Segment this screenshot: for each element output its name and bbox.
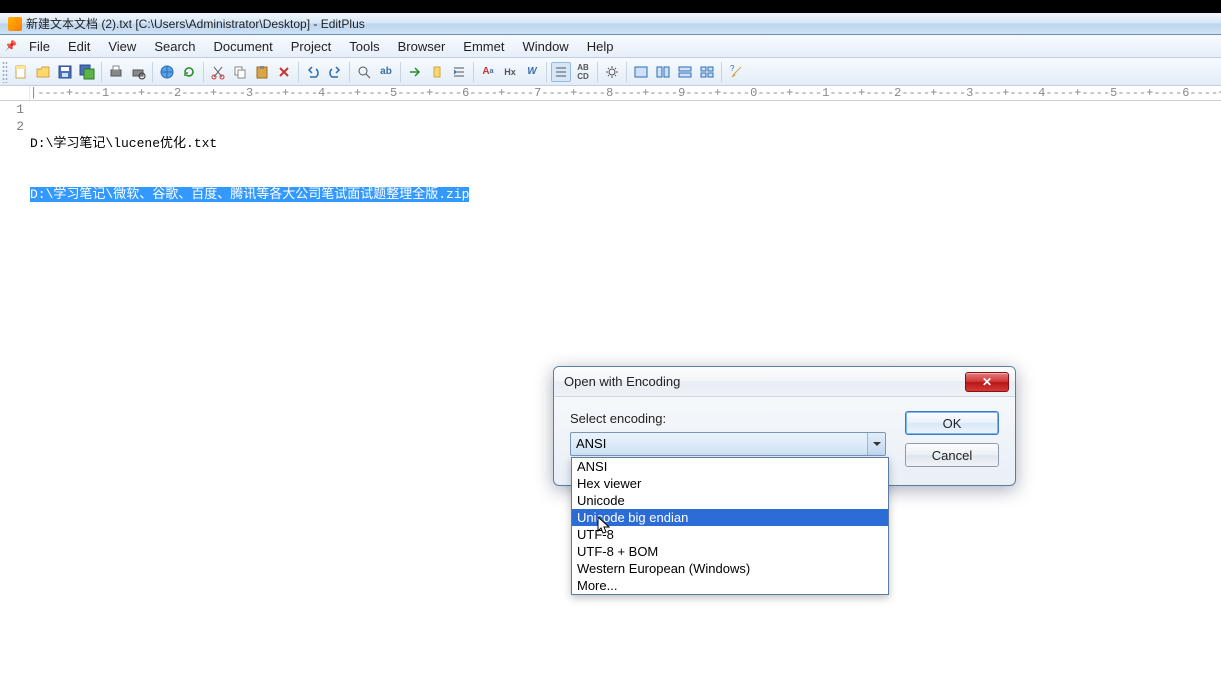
menu-view[interactable]: View xyxy=(99,36,145,57)
code-line: D:\学习笔记\lucene优化.txt xyxy=(30,135,1221,152)
refresh-icon[interactable] xyxy=(179,62,199,82)
window3-icon[interactable] xyxy=(675,62,695,82)
code-text-selected[interactable]: D:\学习笔记\微软、谷歌、百度、腾讯等各大公司笔试面试题整理全版.zip xyxy=(30,187,469,202)
encoding-option[interactable]: Unicode xyxy=(572,492,888,509)
dropdown-value: ANSI xyxy=(576,436,606,451)
line-numbers-icon[interactable] xyxy=(551,62,571,82)
encoding-option[interactable]: UTF-8 + BOM xyxy=(572,543,888,560)
encoding-option-highlighted[interactable]: Unicode big endian xyxy=(572,509,888,526)
menubar: 📌 File Edit View Search Document Project… xyxy=(0,35,1221,58)
browser-icon[interactable] xyxy=(157,62,177,82)
indent-icon[interactable] xyxy=(449,62,469,82)
new-file-icon[interactable] xyxy=(11,62,31,82)
save-all-icon[interactable] xyxy=(77,62,97,82)
code-line: D:\学习笔记\微软、谷歌、百度、腾讯等各大公司笔试面试题整理全版.zip xyxy=(30,186,1221,203)
titlebar[interactable]: 新建文本文档 (2).txt [C:\Users\Administrator\D… xyxy=(0,13,1221,35)
bookmark-icon[interactable] xyxy=(427,62,447,82)
ruler-icon[interactable]: ABCD xyxy=(573,62,593,82)
help-icon[interactable]: ? xyxy=(726,62,746,82)
window1-icon[interactable] xyxy=(631,62,651,82)
print-preview-icon[interactable] xyxy=(128,62,148,82)
redo-icon[interactable] xyxy=(325,62,345,82)
window-title: 新建文本文档 (2).txt [C:\Users\Administrator\D… xyxy=(26,15,365,32)
menu-file[interactable]: File xyxy=(20,36,59,57)
wordwrap-icon[interactable]: W xyxy=(522,62,542,82)
ruler-marks: |----+----1----+----2----+----3----+----… xyxy=(30,86,1221,100)
menu-browser[interactable]: Browser xyxy=(389,36,455,57)
print-icon[interactable] xyxy=(106,62,126,82)
undo-icon[interactable] xyxy=(303,62,323,82)
menu-help[interactable]: Help xyxy=(578,36,623,57)
toolbar: ab Aa Hx W ABCD ? xyxy=(0,58,1221,86)
line-gutter: 1 2 xyxy=(0,101,30,679)
app-icon xyxy=(8,17,22,31)
toolbar-grip[interactable] xyxy=(2,61,8,83)
encoding-dropdown-list[interactable]: ANSI Hex viewer Unicode Unicode big endi… xyxy=(571,457,889,595)
dialog-titlebar[interactable]: Open with Encoding ✕ xyxy=(554,367,1015,397)
ruler: |----+----1----+----2----+----3----+----… xyxy=(0,86,1221,101)
encoding-option[interactable]: Western European (Windows) xyxy=(572,560,888,577)
dialog-title: Open with Encoding xyxy=(564,374,680,389)
encoding-option[interactable]: UTF-8 xyxy=(572,526,888,543)
svg-text:?: ? xyxy=(730,64,735,73)
font-icon[interactable]: Aa xyxy=(478,62,498,82)
paste-icon[interactable] xyxy=(252,62,272,82)
hex-icon[interactable]: Hx xyxy=(500,62,520,82)
line-number: 1 xyxy=(0,101,24,118)
find-replace-icon[interactable]: ab xyxy=(376,62,396,82)
save-icon[interactable] xyxy=(55,62,75,82)
pushpin-icon[interactable]: 📌 xyxy=(5,37,17,55)
encoding-option[interactable]: Hex viewer xyxy=(572,475,888,492)
encoding-option[interactable]: ANSI xyxy=(572,458,888,475)
window2-icon[interactable] xyxy=(653,62,673,82)
copy-icon[interactable] xyxy=(230,62,250,82)
menu-search[interactable]: Search xyxy=(145,36,204,57)
menu-window[interactable]: Window xyxy=(513,36,577,57)
find-icon[interactable] xyxy=(354,62,374,82)
code-text[interactable]: D:\学习笔记\lucene优化.txt xyxy=(30,136,217,151)
ok-button[interactable]: OK xyxy=(905,411,999,435)
encoding-dropdown[interactable]: ANSI xyxy=(570,432,886,456)
cut-icon[interactable] xyxy=(208,62,228,82)
cancel-button[interactable]: Cancel xyxy=(905,443,999,467)
goto-icon[interactable] xyxy=(405,62,425,82)
window4-icon[interactable] xyxy=(697,62,717,82)
line-number: 2 xyxy=(0,118,24,135)
close-icon[interactable]: ✕ xyxy=(965,372,1009,392)
menu-edit[interactable]: Edit xyxy=(59,36,99,57)
menu-tools[interactable]: Tools xyxy=(340,36,388,57)
menu-document[interactable]: Document xyxy=(205,36,282,57)
menu-emmet[interactable]: Emmet xyxy=(454,36,513,57)
delete-icon[interactable] xyxy=(274,62,294,82)
menu-project[interactable]: Project xyxy=(282,36,340,57)
settings-icon[interactable] xyxy=(602,62,622,82)
encoding-label: Select encoding: xyxy=(570,411,891,426)
encoding-option[interactable]: More... xyxy=(572,577,888,594)
open-file-icon[interactable] xyxy=(33,62,53,82)
chevron-down-icon[interactable] xyxy=(867,433,885,455)
